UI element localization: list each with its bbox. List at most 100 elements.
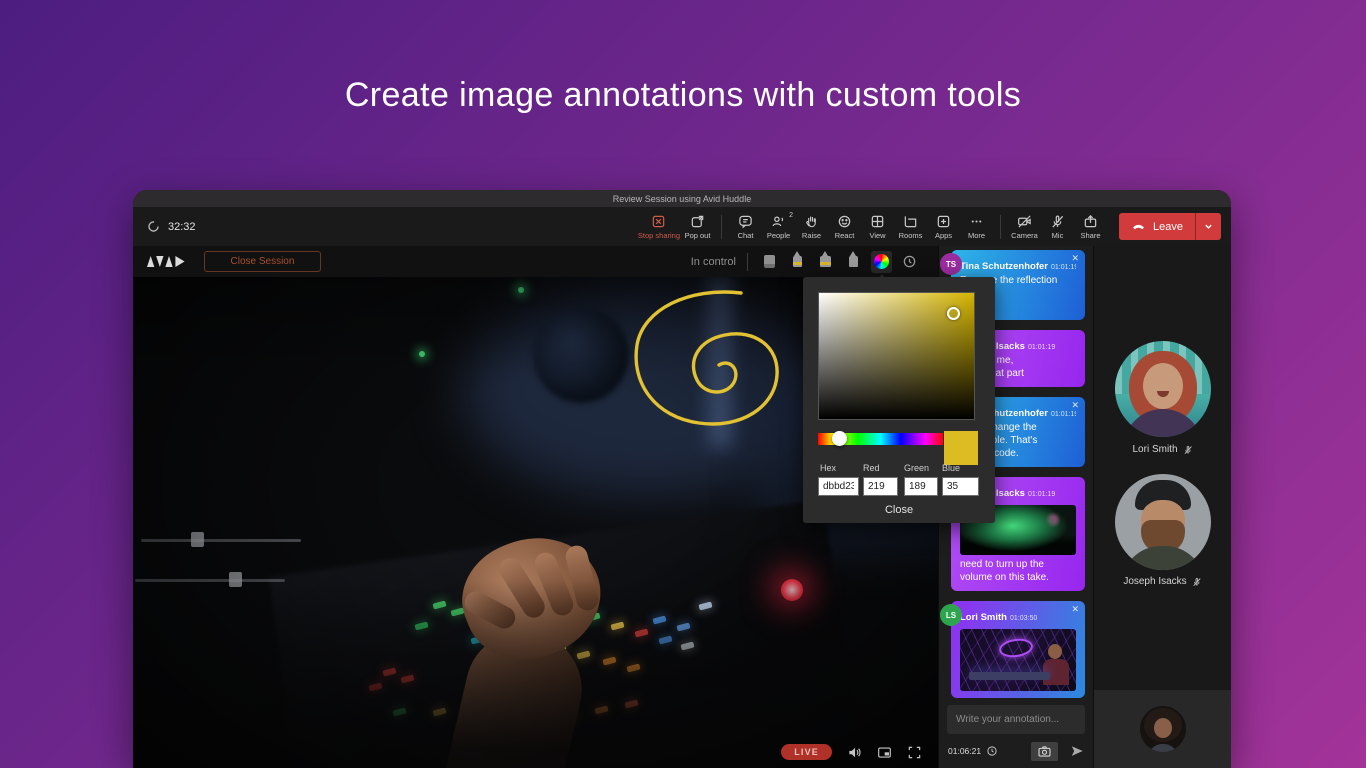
color-wheel-button[interactable] (871, 251, 892, 273)
toolbar-divider (721, 215, 722, 239)
player-controls: LIVE (781, 744, 922, 760)
live-badge: LIVE (781, 744, 832, 760)
participant-name-row: Joseph Isacks (1123, 576, 1201, 587)
toolbar-divider (747, 253, 748, 271)
chat-icon (738, 214, 753, 229)
window-titlebar: Review Session using Avid Huddle (133, 190, 1231, 207)
annotation-toolbar: Close Session In control (133, 246, 938, 277)
hang-up-icon (1131, 219, 1146, 234)
self-avatar (1140, 706, 1186, 752)
chat-button[interactable]: Chat (729, 214, 762, 240)
app-window: Review Session using Avid Huddle 32:32 S… (133, 190, 1231, 768)
color-selector-handle[interactable] (947, 307, 960, 320)
toolbar-divider (1000, 215, 1001, 239)
green-input[interactable] (904, 477, 938, 496)
picker-close-button[interactable]: Close (803, 504, 995, 516)
camera-icon (1038, 746, 1051, 757)
pop-out-icon (690, 214, 705, 229)
share-icon (1083, 214, 1098, 229)
people-button[interactable]: 2 People (762, 214, 795, 240)
avatar: LS (940, 604, 962, 626)
hue-slider[interactable] (818, 433, 943, 445)
muted-mic-icon (1183, 445, 1193, 455)
pencil-tool-button[interactable] (787, 251, 808, 273)
meeting-toolbar: 32:32 Stop sharing Pop out Chat 2 People… (133, 207, 1231, 246)
eraser-icon (764, 255, 775, 268)
view-button[interactable]: View (861, 214, 894, 240)
pop-out-button[interactable]: Pop out (681, 214, 714, 240)
participant-video-lori[interactable] (1115, 341, 1211, 437)
muted-mic-icon (1192, 577, 1202, 587)
history-icon (902, 254, 917, 269)
close-session-button[interactable]: Close Session (204, 251, 322, 272)
more-icon (969, 214, 984, 229)
more-button[interactable]: More (960, 214, 993, 240)
participant-video-joseph[interactable] (1115, 474, 1211, 570)
raise-hand-button[interactable]: Raise (795, 214, 828, 240)
stop-sharing-icon (651, 214, 666, 229)
hue-slider-handle[interactable] (832, 431, 847, 446)
timer-value: 32:32 (168, 221, 196, 233)
fullscreen-icon[interactable] (907, 745, 922, 760)
react-button[interactable]: React (828, 214, 861, 240)
marker-icon (820, 256, 831, 267)
blue-input[interactable] (942, 477, 979, 496)
close-icon[interactable]: ✕ (1071, 254, 1079, 263)
close-icon[interactable]: ✕ (1071, 401, 1079, 410)
share-button[interactable]: Share (1074, 214, 1107, 240)
blue-label: Blue (942, 463, 960, 473)
close-icon[interactable]: ✕ (1071, 605, 1079, 614)
camera-off-icon (1017, 214, 1032, 229)
participant-name-row: Lori Smith (1132, 444, 1192, 455)
avid-logo (147, 256, 186, 267)
self-view[interactable] (1094, 690, 1231, 768)
red-label: Red (863, 463, 880, 473)
color-wheel-icon (874, 254, 889, 269)
rooms-button[interactable]: Rooms (894, 214, 927, 240)
hex-input[interactable] (818, 477, 859, 496)
view-icon (870, 214, 885, 229)
volume-icon[interactable] (847, 745, 862, 760)
color-picker-popup: Hex Red Green Blue Close (803, 277, 995, 523)
chevron-down-icon (1204, 222, 1213, 231)
green-label: Green (904, 463, 929, 473)
spinner-icon (147, 220, 160, 233)
picture-in-picture-icon[interactable] (877, 745, 892, 760)
people-count-badge: 2 (789, 212, 793, 219)
eraser-tool-button[interactable] (759, 251, 780, 273)
apps-button[interactable]: Apps (927, 214, 960, 240)
session-timer: 32:32 (147, 220, 196, 233)
red-input[interactable] (863, 477, 898, 496)
leave-options-button[interactable] (1195, 213, 1221, 240)
pencil-icon (793, 256, 802, 267)
rooms-icon (903, 214, 918, 229)
pen-tool-button[interactable] (843, 251, 864, 273)
elapsed-time: 01:06:21 (948, 746, 981, 756)
annotation-input[interactable] (947, 705, 1085, 734)
chat-message: LS ✕ Lori Smith01:03:50 (951, 601, 1085, 698)
camera-button[interactable]: Camera (1008, 214, 1041, 240)
in-control-label: In control (691, 256, 736, 268)
timestamp-clock-icon[interactable] (986, 745, 998, 757)
apps-icon (936, 214, 951, 229)
history-tool-button[interactable] (899, 251, 920, 273)
yellow-spiral-annotation (613, 285, 833, 450)
marker-tool-button[interactable] (815, 251, 836, 273)
annotated-frame-thumbnail[interactable] (960, 629, 1076, 691)
avatar: TS (940, 253, 962, 275)
mic-off-icon (1050, 214, 1065, 229)
capture-frame-button[interactable] (1031, 742, 1058, 761)
selected-color-swatch (944, 431, 978, 465)
participants-panel: Lori Smith Joseph Isacks (1093, 246, 1231, 768)
leave-button[interactable]: Leave (1119, 213, 1221, 240)
react-icon (837, 214, 852, 229)
send-icon[interactable] (1070, 744, 1084, 758)
raise-hand-icon (804, 214, 819, 229)
pen-icon (849, 256, 858, 267)
stop-sharing-button[interactable]: Stop sharing (637, 214, 681, 240)
hex-label: Hex (820, 463, 836, 473)
page-title: Create image annotations with custom too… (0, 76, 1366, 115)
saturation-value-area[interactable] (818, 292, 975, 420)
people-icon (771, 214, 786, 229)
mic-button[interactable]: Mic (1041, 214, 1074, 240)
